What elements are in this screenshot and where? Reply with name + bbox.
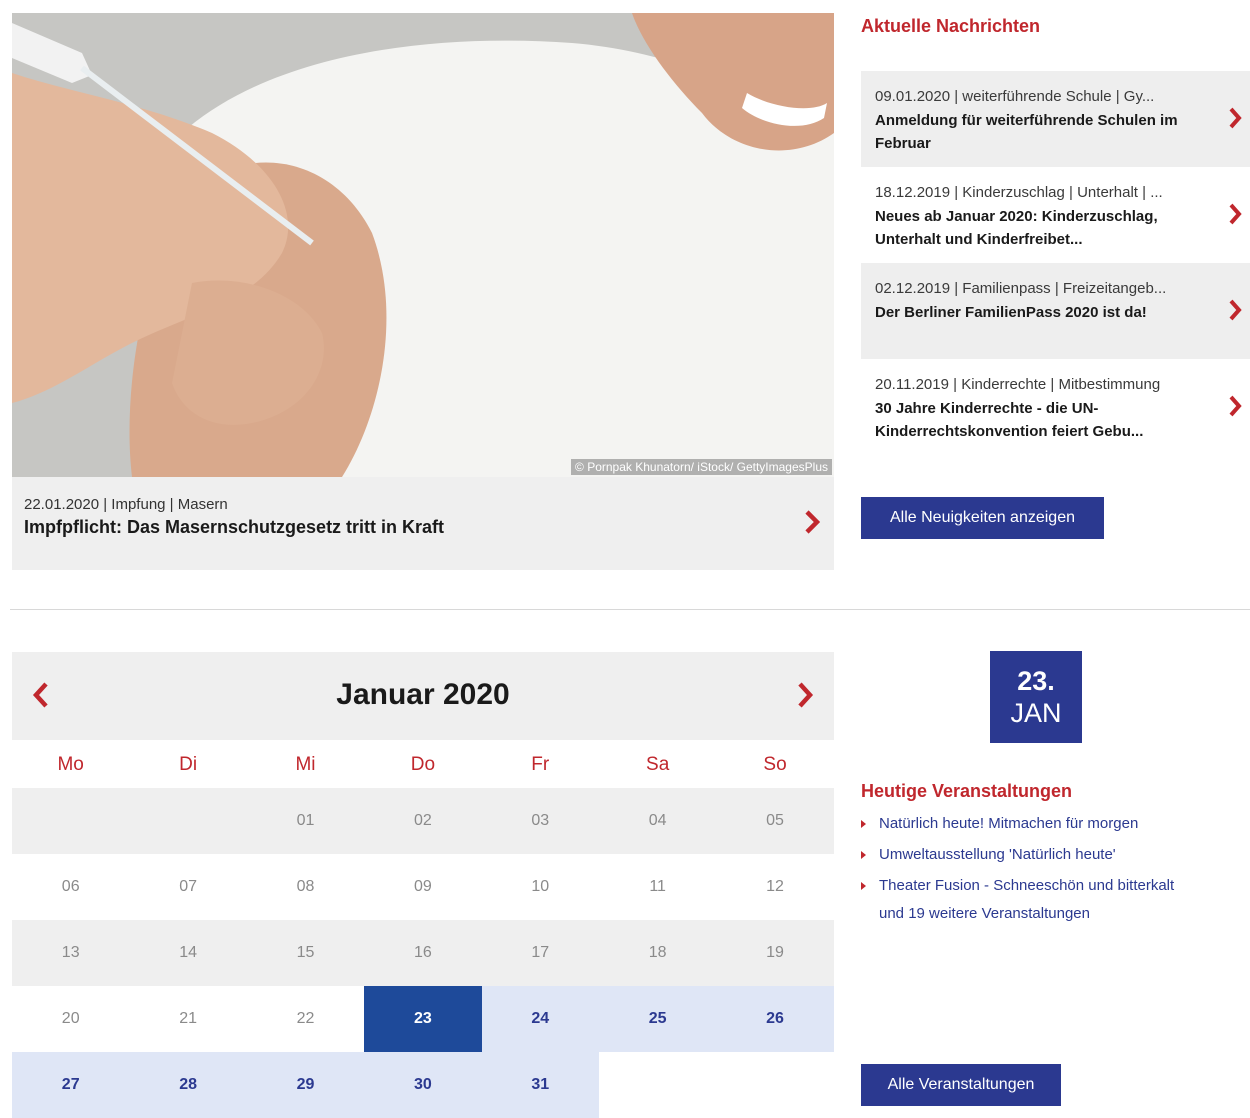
calendar-day-empty (129, 788, 247, 854)
calendar-day[interactable]: 03 (481, 788, 599, 854)
calendar-day[interactable]: 14 (129, 920, 247, 986)
calendar-day[interactable]: 12 (716, 854, 834, 920)
news-title[interactable]: Der Berliner FamilienPass 2020 ist da! (875, 301, 1210, 324)
calendar-day[interactable]: 25 (598, 986, 717, 1052)
calendar-day-empty (716, 1052, 834, 1118)
news-heading: Aktuelle Nachrichten (861, 16, 1041, 36)
weekday-label: Mo (57, 754, 84, 775)
news-item[interactable]: 20.11.2019 | Kinderrechte | Mitbestimmun… (861, 359, 1250, 455)
news-meta: 18.12.2019 | Kinderzuschlag | Unterhalt … (875, 184, 1163, 201)
news-item[interactable]: 18.12.2019 | Kinderzuschlag | Unterhalt … (861, 167, 1250, 263)
calendar-day[interactable]: 09 (364, 854, 482, 920)
event-label[interactable]: Umweltausstellung 'Natürlich heute' (879, 846, 1116, 863)
featured-meta: 22.01.2020 | Impfung | Masern (24, 496, 228, 513)
news-meta: 20.11.2019 | Kinderrechte | Mitbestimmun… (875, 376, 1161, 393)
today-day: 23. (1017, 666, 1055, 696)
bullet-triangle-icon (861, 882, 866, 890)
calendar-month-title: Januar 2020 (336, 678, 510, 711)
all-news-button[interactable]: Alle Neuigkeiten anzeigen (861, 497, 1104, 539)
news-title[interactable]: Anmeldung für weiterführende Schulen im … (875, 109, 1210, 155)
calendar-day[interactable]: 10 (481, 854, 599, 920)
calendar-day-empty (598, 1052, 717, 1118)
all-events-button[interactable]: Alle Veranstaltungen (861, 1064, 1061, 1106)
weekday-label: Di (179, 754, 198, 775)
event-label[interactable]: Theater Fusion - Schneeschön und bitterk… (879, 877, 1174, 894)
chevron-right-icon[interactable] (1228, 395, 1242, 422)
calendar-day[interactable]: 13 (12, 920, 130, 986)
calendar-day[interactable]: 24 (481, 986, 599, 1052)
featured-image[interactable]: © Pornpak Khunatorn/ iStock/ GettyImages… (12, 13, 834, 477)
weekday-label: So (763, 754, 787, 775)
calendar-day[interactable]: 11 (598, 854, 717, 920)
news-item[interactable]: 09.01.2020 | weiterführende Schule | Gy.… (861, 71, 1250, 167)
event-item[interactable]: Theater Fusion - Schneeschön und bitterk… (861, 875, 1250, 897)
chevron-right-icon[interactable] (1228, 203, 1242, 230)
calendar-day[interactable]: 21 (129, 986, 247, 1052)
event-label[interactable]: Natürlich heute! Mitmachen für morgen (879, 815, 1138, 832)
calendar-day[interactable]: 29 (246, 1052, 365, 1118)
chevron-right-icon[interactable] (1228, 107, 1242, 134)
vaccination-photo (12, 13, 834, 477)
image-credit: © Pornpak Khunatorn/ iStock/ GettyImages… (571, 459, 832, 475)
weekday-label: Mi (295, 754, 316, 775)
featured-article[interactable]: © Pornpak Khunatorn/ iStock/ GettyImages… (12, 13, 834, 570)
calendar-day[interactable]: 06 (12, 854, 130, 920)
today-date-badge: 23. JAN (990, 651, 1082, 743)
calendar-day[interactable]: 22 (246, 986, 365, 1052)
calendar-day[interactable]: 26 (716, 986, 834, 1052)
chevron-right-icon[interactable] (1228, 299, 1242, 326)
chevron-right-icon[interactable] (804, 510, 821, 539)
calendar-day[interactable]: 08 (246, 854, 365, 920)
calendar-day[interactable]: 18 (598, 920, 717, 986)
chevron-right-icon[interactable] (796, 682, 814, 713)
calendar-weekdays: Mo Di Mi Do Fr Sa So (12, 742, 834, 788)
bullet-triangle-icon (861, 820, 866, 828)
bullet-triangle-icon (861, 851, 866, 859)
calendar-day[interactable]: 05 (716, 788, 834, 854)
calendar-day-empty (12, 788, 130, 854)
news-meta: 02.12.2019 | Familienpass | Freizeitange… (875, 280, 1167, 297)
news-title[interactable]: 30 Jahre Kinderrechte - die UN-Kinderrec… (875, 397, 1210, 443)
section-divider (10, 609, 1250, 610)
calendar-day[interactable]: 31 (481, 1052, 599, 1118)
news-item[interactable]: 02.12.2019 | Familienpass | Freizeitange… (861, 263, 1250, 359)
calendar-grid: 01 02 03 04 05 06 07 08 09 10 11 12 13 1… (12, 788, 834, 1118)
calendar-day[interactable]: 20 (12, 986, 130, 1052)
calendar-day[interactable]: 30 (364, 1052, 482, 1118)
calendar-day[interactable]: 28 (129, 1052, 247, 1118)
featured-title[interactable]: Impfpflicht: Das Masernschutzgesetz trit… (24, 517, 444, 538)
calendar-day[interactable]: 07 (129, 854, 247, 920)
calendar-day[interactable]: 19 (716, 920, 834, 986)
more-events-link[interactable]: und 19 weitere Veranstaltungen (879, 905, 1090, 922)
events-heading: Heutige Veranstaltungen (861, 781, 1073, 801)
calendar-header: Januar 2020 (12, 652, 834, 740)
event-item[interactable]: Natürlich heute! Mitmachen für morgen (861, 813, 1250, 835)
news-list: 09.01.2020 | weiterführende Schule | Gy.… (861, 71, 1250, 455)
weekday-label: Fr (531, 754, 550, 775)
calendar-day-today[interactable]: 23 (364, 986, 482, 1052)
calendar-day[interactable]: 16 (364, 920, 482, 986)
news-title[interactable]: Neues ab Januar 2020: Kinderzuschlag, Un… (875, 205, 1210, 251)
calendar-day[interactable]: 15 (246, 920, 365, 986)
calendar-day[interactable]: 17 (481, 920, 599, 986)
event-item[interactable]: Umweltausstellung 'Natürlich heute' (861, 844, 1250, 866)
weekday-label: Do (410, 754, 436, 775)
calendar-day[interactable]: 02 (364, 788, 482, 854)
news-meta: 09.01.2020 | weiterführende Schule | Gy.… (875, 88, 1155, 105)
calendar-day[interactable]: 04 (598, 788, 717, 854)
calendar-day[interactable]: 27 (12, 1052, 130, 1118)
calendar-day[interactable]: 01 (246, 788, 365, 854)
events-list: Natürlich heute! Mitmachen für morgen Um… (861, 813, 1250, 906)
today-month: JAN (1010, 698, 1062, 728)
weekday-label: Sa (646, 754, 670, 775)
